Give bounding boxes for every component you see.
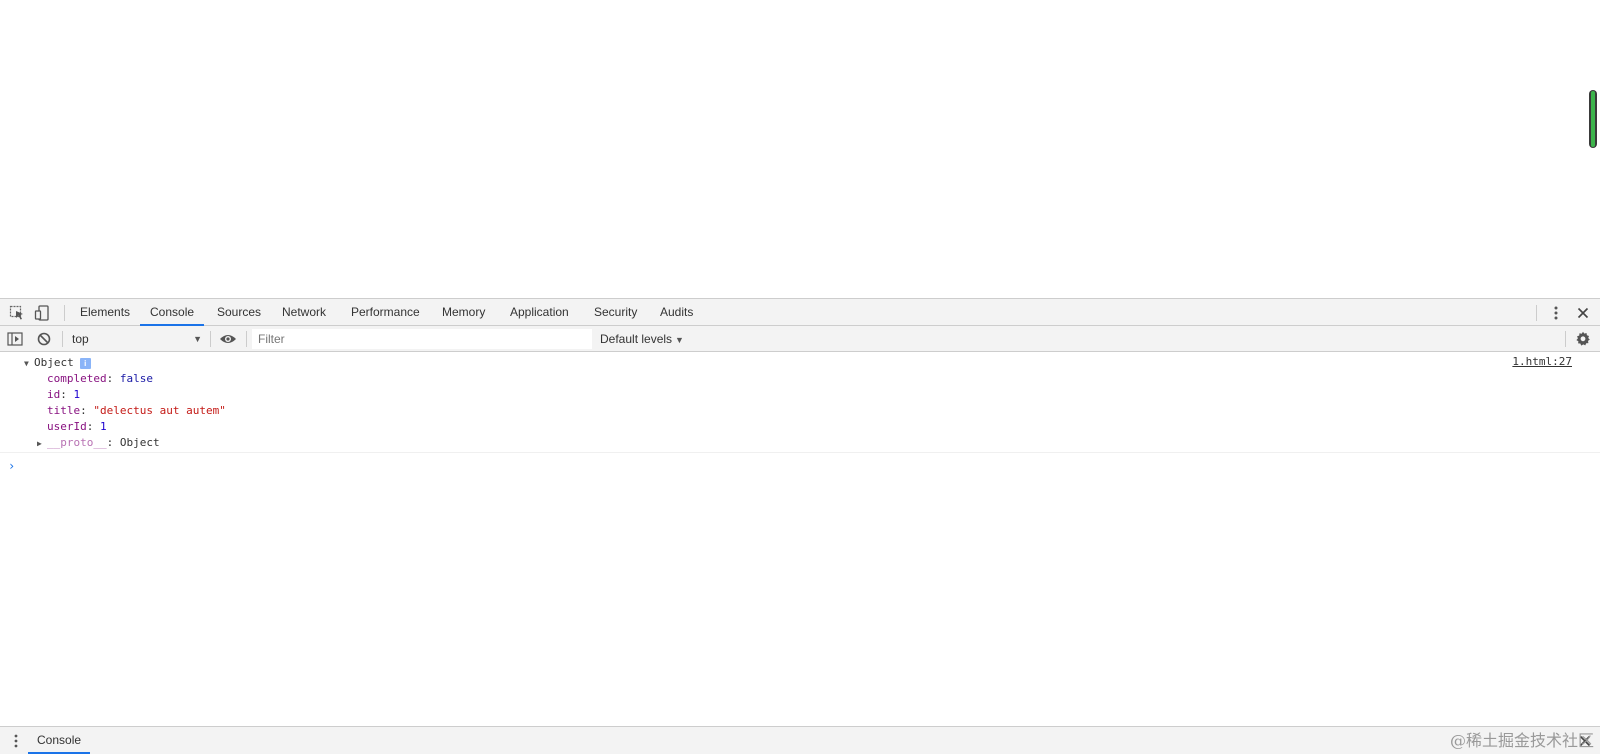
tab-elements[interactable]: Elements — [70, 299, 140, 326]
property-separator: : — [60, 388, 74, 401]
object-property: userId: 1 — [47, 419, 107, 435]
property-key: title — [47, 404, 81, 417]
toolbar-divider — [210, 331, 211, 347]
scrollbar-thumb[interactable] — [1591, 91, 1595, 147]
collapsed-triangle-icon[interactable]: ▶ — [37, 436, 47, 452]
tab-performance[interactable]: Performance — [341, 299, 430, 326]
toolbar-divider — [246, 331, 247, 347]
console-toolbar: top ▼ Default levels▼ — [0, 326, 1600, 352]
device-toggle-icon[interactable] — [32, 303, 52, 323]
console-message: ▼ Object i 1.html:27 completed: false id: … — [0, 352, 1600, 453]
eye-icon[interactable] — [218, 329, 238, 349]
property-separator: : — [106, 436, 120, 449]
viewport-scrollbar[interactable] — [1589, 90, 1597, 148]
tab-sources[interactable]: Sources — [207, 299, 271, 326]
page-viewport — [0, 0, 1600, 298]
close-icon[interactable] — [1573, 303, 1593, 323]
log-levels-dropdown[interactable]: Default levels ▼ — [600, 329, 684, 349]
property-separator: : — [106, 372, 120, 385]
property-separator: : — [80, 404, 94, 417]
tab-application[interactable]: Application — [500, 299, 579, 326]
property-key: completed — [47, 372, 107, 385]
drawer-menu-icon[interactable] — [6, 731, 26, 751]
watermark-text: @稀土掘金技术社区 — [1449, 731, 1594, 750]
gear-icon[interactable] — [1573, 329, 1593, 349]
tabbar-divider — [64, 305, 65, 321]
clear-console-icon[interactable] — [34, 329, 54, 349]
console-output: ▼ Object i 1.html:27 completed: false id: … — [0, 352, 1600, 726]
proto-key: __proto__ — [47, 436, 107, 449]
tab-network[interactable]: Network — [272, 299, 336, 326]
proto-value: Object — [119, 436, 160, 449]
tab-security[interactable]: Security — [584, 299, 647, 326]
property-value: "delectus aut autem" — [93, 404, 226, 417]
object-label: Object — [34, 356, 74, 369]
log-levels-label: Default levels — [600, 332, 673, 346]
property-separator: : — [86, 420, 100, 433]
property-value: 1 — [73, 388, 81, 401]
dropdown-arrow-icon: ▼ — [675, 335, 684, 345]
context-value: top — [72, 332, 89, 346]
context-select[interactable]: top ▼ — [66, 329, 206, 349]
filter-input[interactable] — [252, 329, 592, 349]
object-root[interactable]: ▼ Object i — [24, 355, 91, 371]
page: Elements Console Sources Network Perform… — [0, 0, 1600, 756]
object-property: completed: false — [47, 371, 153, 387]
source-link[interactable]: 1.html:27 — [1512, 355, 1572, 368]
property-key: id — [47, 388, 61, 401]
console-prompt-icon[interactable]: › — [8, 458, 15, 474]
sidebar-toggle-icon[interactable] — [5, 329, 25, 349]
object-property: title: "delectus aut autem" — [47, 403, 226, 419]
tab-console[interactable]: Console — [140, 299, 205, 326]
tabbar-divider-right — [1536, 305, 1537, 321]
cursor-select-icon[interactable] — [7, 303, 27, 323]
object-property: id: 1 — [47, 387, 80, 403]
property-value: 1 — [100, 420, 107, 433]
toolbar-divider — [1565, 331, 1566, 347]
property-key: userId — [47, 420, 87, 433]
dropdown-arrow-icon: ▼ — [193, 334, 202, 344]
more-vertical-icon[interactable] — [1546, 303, 1566, 323]
tab-memory[interactable]: Memory — [432, 299, 495, 326]
tab-audits[interactable]: Audits — [650, 299, 703, 326]
devtools-panel: Elements Console Sources Network Perform… — [0, 298, 1600, 756]
proto-property[interactable]: ▶ __proto__: Object — [37, 435, 160, 451]
drawer-tab-console[interactable]: Console — [28, 727, 91, 754]
property-value: false — [119, 372, 153, 385]
info-icon[interactable]: i — [79, 357, 91, 369]
expanded-triangle-icon[interactable]: ▼ — [24, 356, 34, 372]
devtools-tabbar: Elements Console Sources Network Perform… — [0, 298, 1600, 326]
drawer-tabbar: Console @稀土掘金技术社区 — [0, 726, 1600, 754]
toolbar-divider — [62, 331, 63, 347]
